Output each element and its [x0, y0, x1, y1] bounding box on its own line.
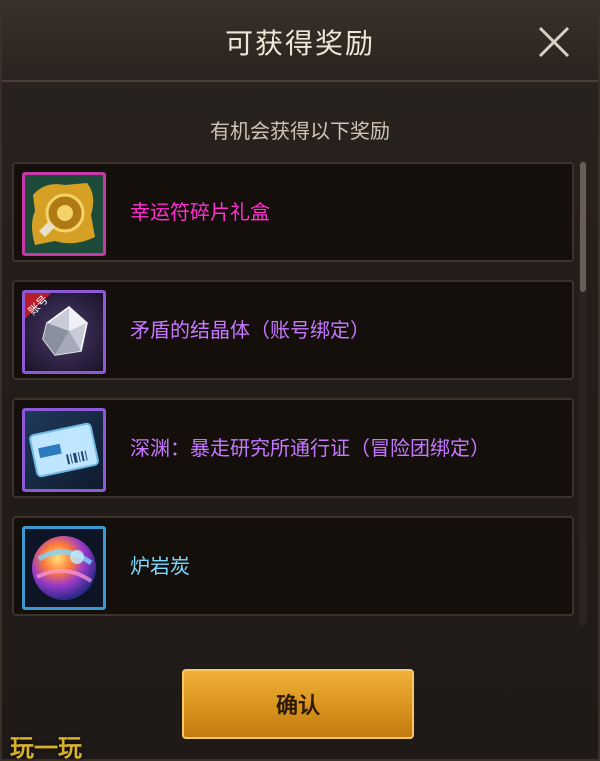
reward-name: 炉岩炭	[130, 554, 190, 578]
crystal-icon: 账号	[22, 290, 106, 374]
close-icon[interactable]	[536, 24, 572, 60]
reward-name: 幸运符碎片礼盒	[130, 200, 270, 224]
lucky-charm-box-icon	[22, 172, 106, 256]
reward-item[interactable]: 幸运符碎片礼盒	[12, 162, 574, 262]
reward-item[interactable]: 深渊：暴走研究所通行证（冒险团绑定）	[12, 398, 574, 498]
reward-dialog: 可获得奖励 有机会获得以下奖励 幸运符碎片礼盒 账号 矛盾的结晶体（账号绑定） …	[0, 0, 600, 761]
reward-list[interactable]: 幸运符碎片礼盒 账号 矛盾的结晶体（账号绑定） 深渊：暴走研究所通行证（冒险团绑…	[12, 158, 574, 626]
dialog-subtitle: 有机会获得以下奖励	[210, 119, 390, 143]
reward-item[interactable]: 账号 矛盾的结晶体（账号绑定）	[12, 280, 574, 380]
reward-list-scrollbar[interactable]	[579, 158, 587, 626]
scroll-thumb[interactable]	[580, 162, 586, 292]
reward-name: 深渊：暴走研究所通行证（冒险团绑定）	[130, 436, 490, 460]
orb-icon	[22, 526, 106, 610]
reward-name: 矛盾的结晶体（账号绑定）	[130, 318, 370, 342]
confirm-button[interactable]: 确认	[182, 669, 414, 739]
reward-item[interactable]: 炉岩炭	[12, 516, 574, 616]
ticket-icon	[22, 408, 106, 492]
watermark: 玩一玩	[10, 734, 82, 761]
dialog-header: 可获得奖励	[2, 2, 598, 82]
dialog-title: 可获得奖励	[224, 27, 375, 60]
